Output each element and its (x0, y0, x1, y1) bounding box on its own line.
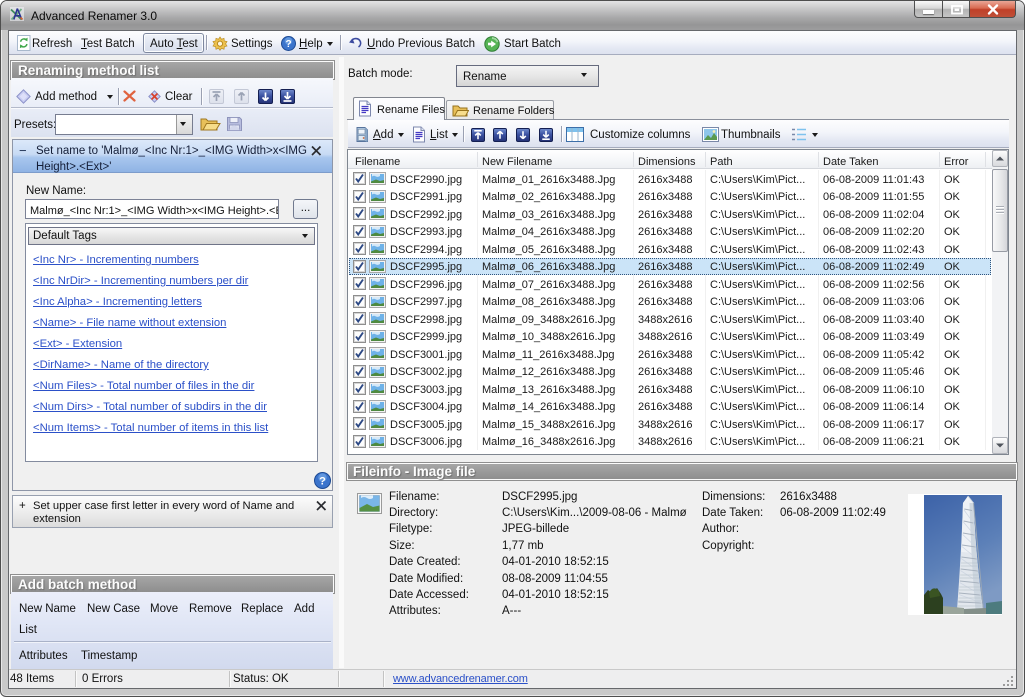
svg-text:?: ? (319, 476, 326, 488)
svg-text:?: ? (285, 39, 291, 50)
